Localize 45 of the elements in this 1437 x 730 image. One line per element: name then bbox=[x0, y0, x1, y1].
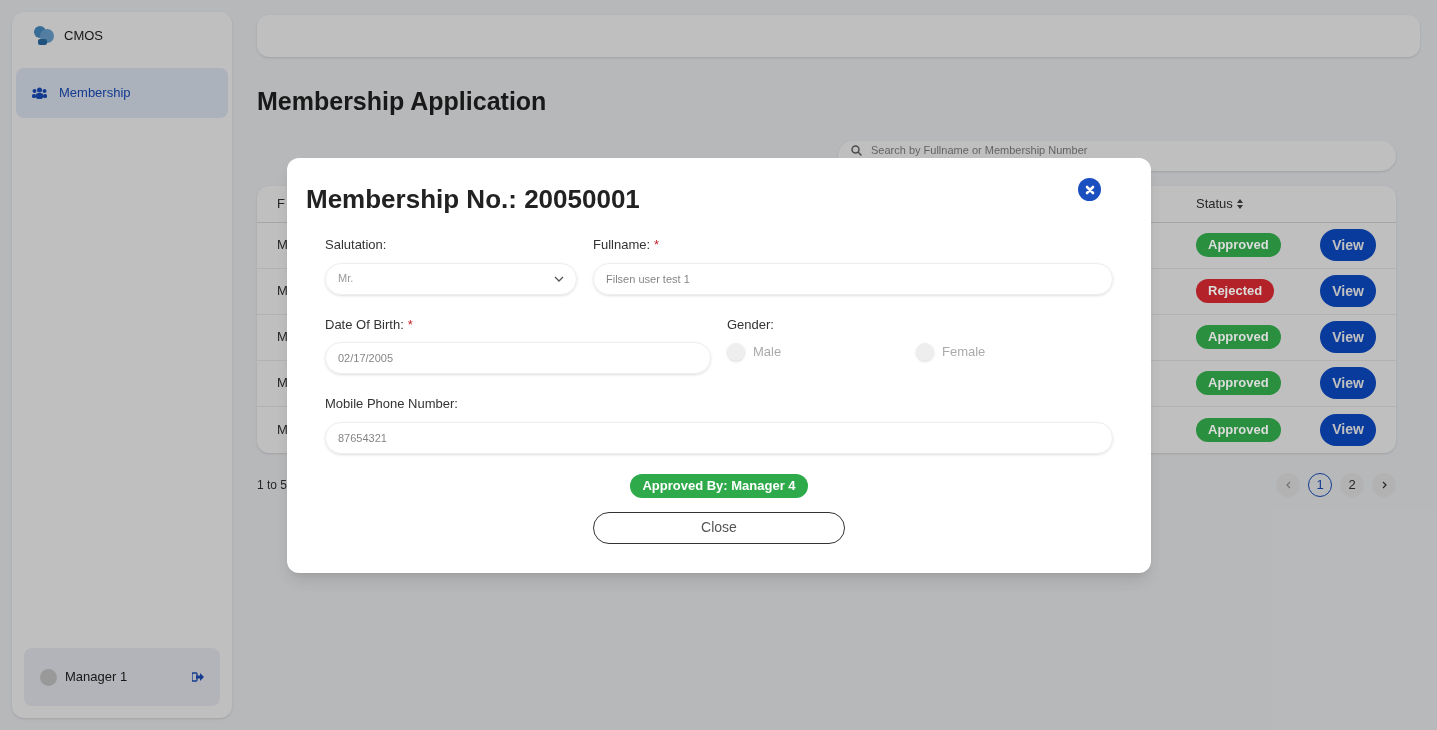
logo-icon bbox=[32, 24, 56, 48]
user-name: Manager 1 bbox=[65, 668, 129, 687]
status-badge: Rejected bbox=[1196, 279, 1275, 303]
field-label: Salutation: bbox=[325, 236, 387, 254]
status-badge: Approved bbox=[1196, 417, 1281, 442]
table-cell: M bbox=[277, 237, 288, 253]
field-label: Gender: bbox=[727, 315, 774, 334]
approved-by-badge: Approved By: Manager 4 bbox=[630, 473, 808, 498]
phone-field[interactable]: 87654321 bbox=[325, 421, 1113, 454]
table-cell: M bbox=[277, 421, 288, 437]
search-icon bbox=[851, 144, 862, 156]
close-icon[interactable] bbox=[1078, 178, 1101, 201]
status-badge: Approved bbox=[1196, 371, 1281, 395]
view-button[interactable]: View bbox=[1320, 367, 1376, 399]
sort-icon bbox=[1236, 198, 1243, 209]
table-cell: M bbox=[277, 283, 288, 299]
dialog-title: Membership No.: 20050001 bbox=[306, 183, 641, 216]
status-badge: Approved bbox=[1196, 233, 1281, 257]
chevron-left-icon bbox=[1285, 480, 1291, 489]
required-mark: * bbox=[654, 236, 660, 254]
column-header[interactable]: F bbox=[277, 195, 285, 211]
fullname-field[interactable]: Filsen user test 1 bbox=[593, 262, 1113, 295]
required-mark: * bbox=[407, 315, 413, 334]
chevron-down-icon bbox=[554, 275, 564, 282]
field-label: Fullname: bbox=[593, 236, 651, 254]
field-label: Date Of Birth: bbox=[325, 315, 404, 334]
results-count: 1 to 5 bbox=[257, 476, 288, 494]
avatar-icon bbox=[40, 668, 57, 686]
chevron-right-icon bbox=[1381, 480, 1387, 489]
users-icon bbox=[32, 87, 47, 99]
field-label: Mobile Phone Number: bbox=[325, 395, 458, 413]
status-badge: Approved bbox=[1196, 325, 1281, 349]
sidebar-item[interactable]: Membership bbox=[16, 68, 228, 118]
table-cell: M bbox=[277, 375, 288, 391]
date-field[interactable]: 02/17/2005 bbox=[325, 342, 711, 374]
view-button[interactable]: View bbox=[1320, 413, 1376, 446]
brand-name: CMOS bbox=[64, 27, 103, 46]
view-button[interactable]: View bbox=[1320, 321, 1376, 353]
view-button[interactable]: View bbox=[1320, 275, 1376, 307]
table-cell: M bbox=[277, 329, 288, 345]
page-title: Membership Application bbox=[257, 86, 548, 117]
column-header[interactable]: Status bbox=[1196, 193, 1233, 214]
logout-icon[interactable] bbox=[192, 672, 204, 682]
page-button[interactable]: 2 bbox=[1340, 472, 1364, 497]
view-button[interactable]: View bbox=[1320, 229, 1376, 261]
